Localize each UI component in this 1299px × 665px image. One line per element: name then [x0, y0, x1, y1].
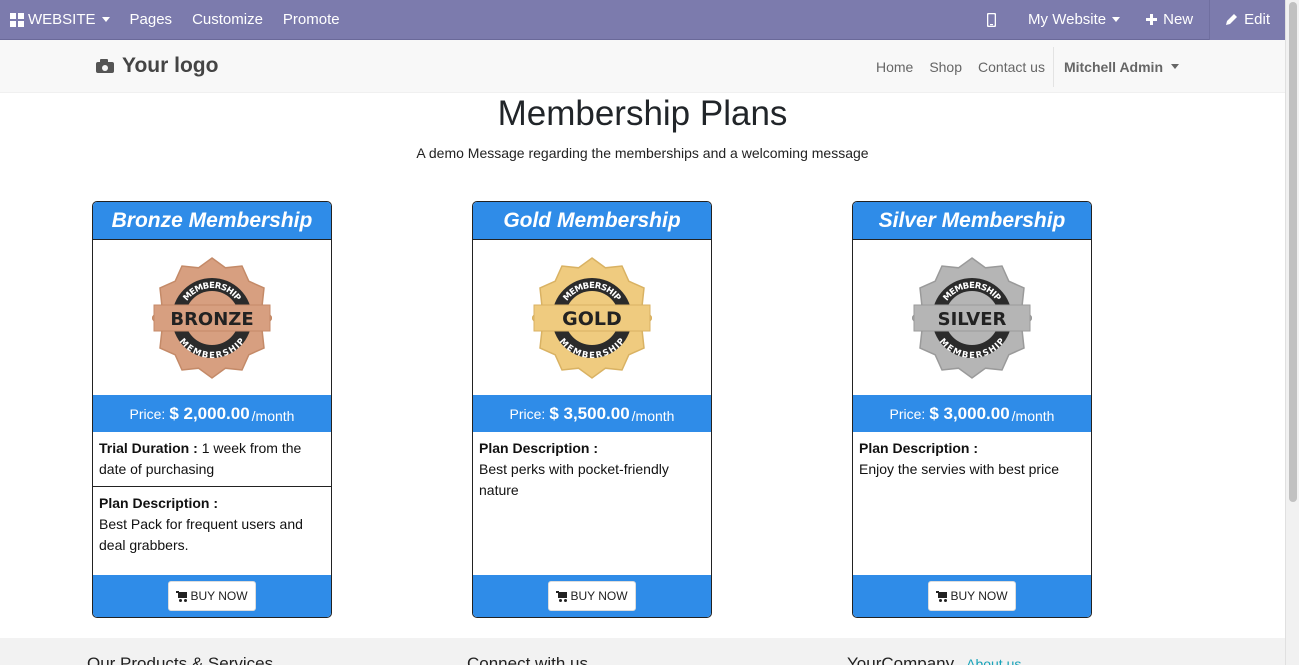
badge-area: SILVER MEMBERSHIP MEMBERSHIP	[853, 240, 1091, 395]
svg-text:GOLD: GOLD	[562, 308, 622, 330]
footer-company: YourCompany About us	[847, 654, 1021, 665]
page-title: Membership Plans	[497, 94, 788, 133]
desc-label: Plan Description :	[859, 440, 979, 456]
app-label: WEBSITE	[28, 11, 96, 28]
camera-icon	[96, 59, 114, 73]
nav-contact-us[interactable]: Contact us	[970, 59, 1053, 75]
apps-grid-icon	[10, 12, 24, 27]
buy-label: BUY NOW	[570, 589, 628, 603]
price-row: Price: $ 3,500.00 /month	[473, 395, 711, 432]
svg-text:SILVER: SILVER	[938, 309, 1007, 330]
plan-description: Plan Description : Best Pack for frequen…	[93, 487, 331, 562]
website-switcher-label: My Website	[1028, 11, 1107, 28]
edit-label: Edit	[1244, 11, 1270, 28]
footer-connect-heading: Connect with us	[467, 654, 588, 665]
desc-label: Plan Description :	[99, 495, 219, 511]
cart-icon	[936, 591, 948, 602]
new-label: New	[1163, 11, 1194, 28]
cart-icon	[176, 591, 188, 602]
chevron-down-icon	[1171, 64, 1179, 69]
buy-now-button[interactable]: BUY NOW	[168, 581, 256, 611]
card-title: Gold Membership	[473, 202, 711, 240]
card-footer: BUY NOW	[853, 575, 1091, 617]
menu-customize[interactable]: Customize	[182, 0, 273, 40]
membership-card-bronze: Bronze Membership BRONZE MEMBERSHIP MEMBER…	[92, 201, 332, 618]
buy-label: BUY NOW	[190, 589, 248, 603]
site-logo[interactable]: Your logo	[96, 54, 218, 78]
buy-now-button[interactable]: BUY NOW	[928, 581, 1016, 611]
menu-promote[interactable]: Promote	[273, 0, 350, 40]
membership-card-gold: Gold Membership GOLD MEMBERSHIP MEMBERSHIP…	[472, 201, 712, 618]
price-period: /month	[251, 407, 295, 424]
desc-label: Plan Description :	[479, 440, 599, 456]
membership-card-silver: Silver Membership SILVER MEMBERSHIP MEMBER…	[852, 201, 1092, 618]
buy-now-button[interactable]: BUY NOW	[548, 581, 636, 611]
silver-membership-badge: SILVERMEMBERSHIPMEMBERSHIP	[912, 256, 1032, 379]
price-amount: $ 2,000.00	[169, 403, 250, 423]
gold-membership-badge: GOLDMEMBERSHIPMEMBERSHIP	[532, 256, 652, 379]
cart-icon	[556, 591, 568, 602]
card-footer: BUY NOW	[473, 575, 711, 617]
card-title: Silver Membership	[853, 202, 1091, 240]
chevron-down-icon	[1112, 17, 1121, 22]
price-label: Price:	[129, 405, 166, 422]
mobile-preview-button[interactable]	[965, 0, 1018, 40]
badge-area: GOLD MEMBERSHIP MEMBERSHIP	[473, 240, 711, 395]
edit-button[interactable]: Edit	[1209, 0, 1285, 40]
bronze-membership-badge: BRONZEMEMBERSHIPMEMBERSHIP	[152, 256, 272, 379]
logo-text: Your logo	[122, 54, 219, 77]
nav-home[interactable]: Home	[868, 59, 921, 75]
menu-pages[interactable]: Pages	[120, 0, 183, 40]
about-us-link[interactable]: About us	[966, 656, 1021, 665]
price-label: Price:	[509, 405, 546, 422]
svg-text:BRONZE: BRONZE	[170, 309, 253, 330]
card-title: Bronze Membership	[93, 202, 331, 240]
chevron-down-icon	[101, 17, 110, 22]
price-period: /month	[631, 407, 675, 424]
user-menu[interactable]: Mitchell Admin	[1052, 46, 1189, 87]
site-nav: Home Shop Contact us Mitchell Admin	[868, 40, 1189, 93]
scrollbar-thumb[interactable]	[1289, 2, 1297, 502]
plus-icon	[1146, 14, 1158, 25]
trial-label: Trial Duration :	[99, 440, 198, 456]
new-button[interactable]: New	[1130, 0, 1209, 40]
user-name: Mitchell Admin	[1063, 58, 1163, 75]
site-footer: Our Products & Services Connect with us …	[0, 638, 1285, 665]
desc-value: Best Pack for frequent users and deal gr…	[99, 516, 303, 553]
price-period: /month	[1011, 407, 1055, 424]
trial-duration: Trial Duration : 1 week from the date of…	[93, 432, 331, 487]
page-subtitle: A demo Message regarding the memberships…	[416, 145, 869, 161]
badge-area: BRONZE MEMBERSHIP MEMBERSHIP	[93, 240, 331, 395]
price-row: Price: $ 2,000.00 /month	[93, 395, 331, 432]
footer-company-name: YourCompany	[847, 654, 955, 665]
price-amount: $ 3,500.00	[549, 403, 630, 423]
site-header: Your logo Home Shop Contact us Mitchell …	[0, 40, 1285, 93]
website-switcher[interactable]: My Website	[1018, 0, 1130, 40]
pencil-icon	[1226, 14, 1238, 25]
plan-description: Plan Description : Best perks with pocke…	[473, 432, 711, 507]
admin-navbar: WEBSITE Pages Customize Promote My Websi…	[0, 0, 1285, 40]
apps-menu-button[interactable]: WEBSITE	[0, 0, 120, 40]
mobile-icon	[987, 12, 997, 27]
footer-products-heading: Our Products & Services	[87, 654, 274, 665]
card-footer: BUY NOW	[93, 575, 331, 617]
price-label: Price:	[889, 405, 926, 422]
price-amount: $ 3,000.00	[929, 403, 1010, 423]
desc-value: Enjoy the servies with best price	[859, 461, 1059, 477]
desc-value: Best perks with pocket-friendly nature	[479, 461, 669, 498]
vertical-scrollbar[interactable]	[1285, 0, 1299, 665]
plan-description: Plan Description : Enjoy the servies wit…	[853, 432, 1091, 486]
nav-shop[interactable]: Shop	[921, 59, 970, 75]
price-row: Price: $ 3,000.00 /month	[853, 395, 1091, 432]
buy-label: BUY NOW	[950, 589, 1008, 603]
